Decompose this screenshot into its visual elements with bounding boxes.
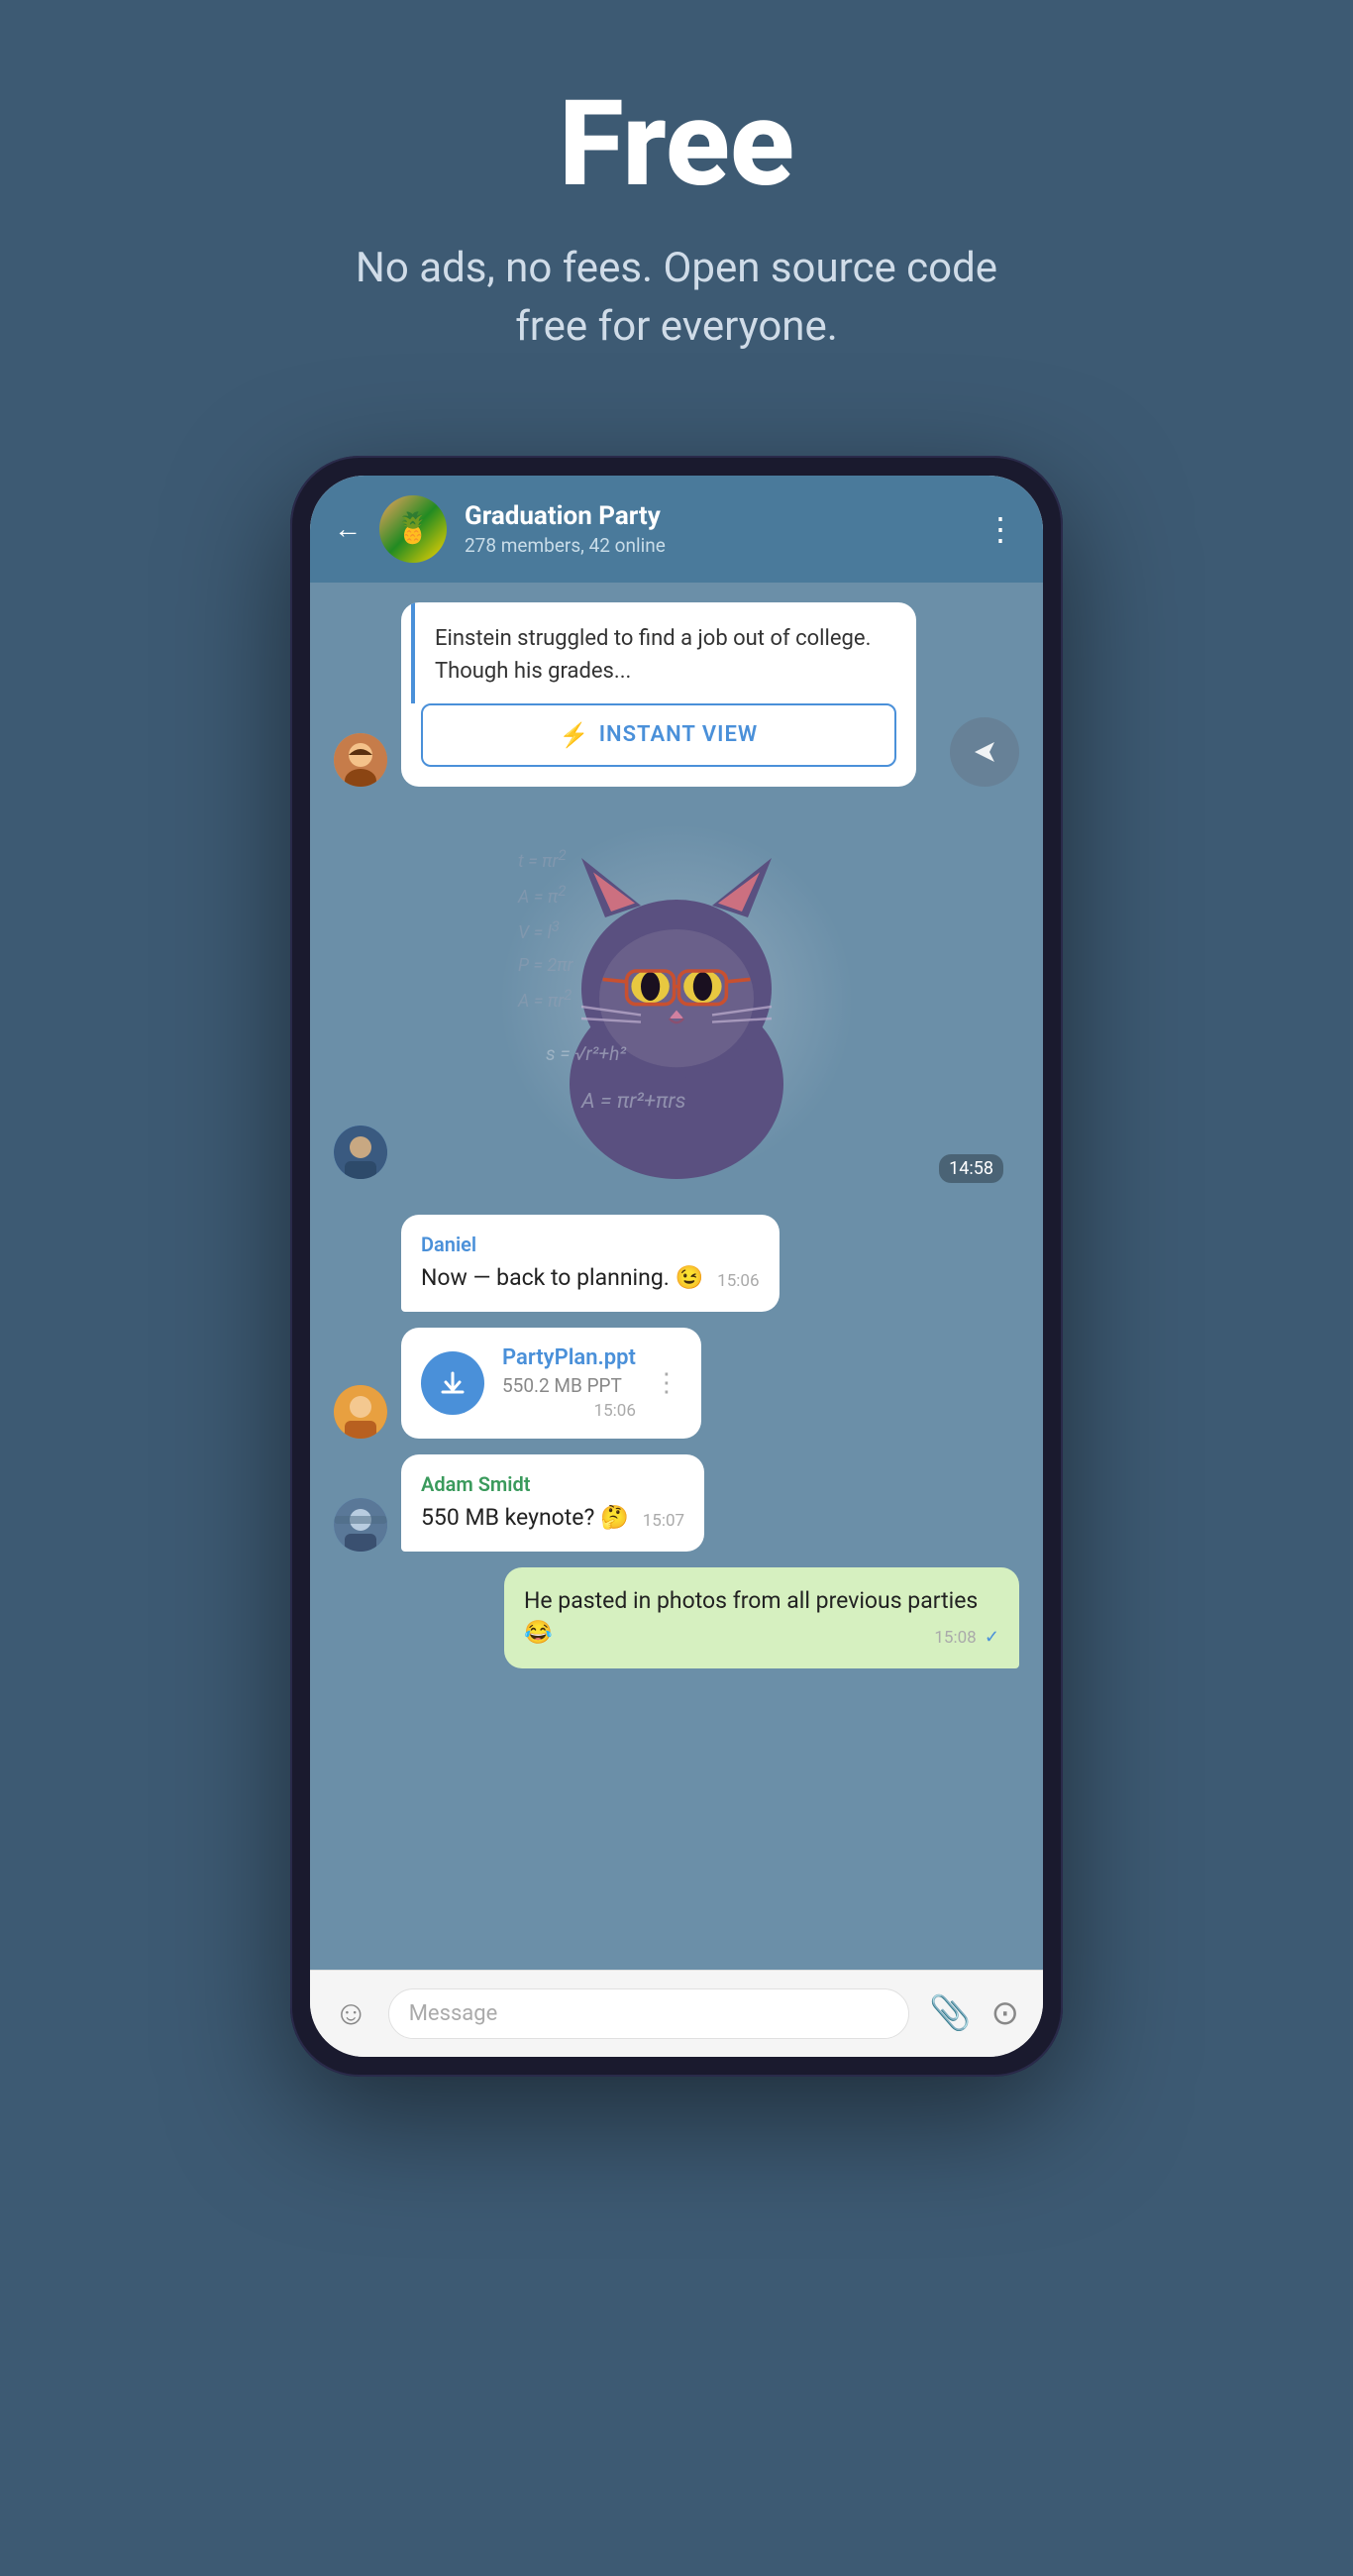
instant-view-button[interactable]: ⚡ INSTANT VIEW (421, 703, 896, 767)
own-time: 15:08 (934, 1628, 976, 1648)
adam-text-content: 550 MB keynote? 🤔 (421, 1504, 629, 1531)
chat-body: Einstein struggled to find a job out of … (310, 583, 1043, 1970)
link-preview-bubble: Einstein struggled to find a job out of … (401, 602, 916, 787)
own-text-content: He pasted in photos from all previous pa… (524, 1587, 978, 1646)
msg-own-text: He pasted in photos from all previous pa… (524, 1585, 999, 1649)
avatar-boy2 (334, 1385, 387, 1439)
group-members: 278 members, 42 online (465, 534, 967, 557)
sender-daniel: Daniel (421, 1233, 760, 1256)
read-check-icon: ✓ (985, 1627, 999, 1648)
link-preview-text: Einstein struggled to find a job out of … (411, 602, 916, 703)
emoji-button[interactable]: ☺ (334, 1993, 368, 2033)
msg-daniel-text: Now — back to planning. 😉 15:06 (421, 1262, 760, 1294)
file-download-button[interactable] (421, 1351, 484, 1415)
hero-subtitle: No ads, no fees. Open source code free f… (330, 240, 1023, 357)
message-row-file: PartyPlan.ppt 550.2 MB PPT 15:06 ⋮ (334, 1328, 1019, 1439)
msg-adam-text: 550 MB keynote? 🤔 15:07 (421, 1502, 684, 1534)
file-time: 15:06 (594, 1401, 636, 1421)
chat-header: ← 🍍 Graduation Party 278 members, 42 onl… (310, 476, 1043, 583)
more-button[interactable]: ⋮ (985, 510, 1019, 548)
file-more-button[interactable]: ⋮ (654, 1368, 681, 1398)
instant-view-label: INSTANT VIEW (599, 722, 759, 747)
bubble-own: He pasted in photos from all previous pa… (504, 1567, 1019, 1668)
group-emoji: 🍍 (394, 511, 431, 546)
avatar-spacer (334, 1258, 387, 1312)
share-button[interactable] (950, 717, 1019, 787)
message-row-own: He pasted in photos from all previous pa… (334, 1567, 1019, 1668)
message-row-link: Einstein struggled to find a job out of … (334, 602, 1019, 787)
input-bar: ☺ Message 📎 ⊙ (310, 1970, 1043, 2057)
adam-time: 15:07 (643, 1510, 684, 1534)
attach-button[interactable]: 📎 (929, 1993, 971, 2033)
group-avatar: 🍍 (379, 495, 447, 563)
file-name: PartyPlan.ppt (502, 1345, 636, 1370)
sticker-time: 14:58 (939, 1154, 1003, 1183)
file-bubble: PartyPlan.ppt 550.2 MB PPT 15:06 ⋮ (401, 1328, 701, 1439)
sender-adam: Adam Smidt (421, 1472, 684, 1496)
group-info: Graduation Party 278 members, 42 online (465, 501, 967, 557)
phone-inner: ← 🍍 Graduation Party 278 members, 42 onl… (310, 476, 1043, 2057)
message-input[interactable]: Message (388, 1988, 909, 2039)
phone-outer: ← 🍍 Graduation Party 278 members, 42 onl… (290, 456, 1063, 2077)
bolt-icon: ⚡ (560, 721, 589, 749)
bubble-adam: Adam Smidt 550 MB keynote? 🤔 15:07 (401, 1454, 704, 1552)
sticker-area: t = πr2 A = π2 V = l3 P = 2πr A = πr2 (498, 822, 855, 1179)
phone-mockup: ← 🍍 Graduation Party 278 members, 42 onl… (290, 456, 1063, 2077)
math-background: t = πr2 A = π2 V = l3 P = 2πr A = πr2 (498, 822, 855, 1179)
daniel-time: 15:06 (717, 1270, 759, 1294)
avatar-girl (334, 733, 387, 787)
hero-title: Free (559, 79, 794, 210)
daniel-text-content: Now — back to planning. 😉 (421, 1264, 703, 1291)
message-row-daniel: Daniel Now — back to planning. 😉 15:06 (334, 1215, 1019, 1312)
sticker-container: t = πr2 A = π2 V = l3 P = 2πr A = πr2 (334, 803, 1019, 1199)
bubble-daniel: Daniel Now — back to planning. 😉 15:06 (401, 1215, 780, 1312)
camera-button[interactable]: ⊙ (991, 1993, 1020, 2033)
back-button[interactable]: ← (334, 512, 362, 545)
avatar-boy1 (334, 1126, 387, 1179)
link-preview-content: Einstein struggled to find a job out of … (435, 626, 871, 684)
hero-section: Free No ads, no fees. Open source code f… (0, 0, 1353, 416)
message-row-adam: Adam Smidt 550 MB keynote? 🤔 15:07 (334, 1454, 1019, 1552)
file-info: PartyPlan.ppt 550.2 MB PPT 15:06 (502, 1345, 636, 1421)
group-name: Graduation Party (465, 501, 967, 531)
avatar-boy3 (334, 1498, 387, 1552)
file-size: 550.2 MB PPT (502, 1374, 636, 1397)
